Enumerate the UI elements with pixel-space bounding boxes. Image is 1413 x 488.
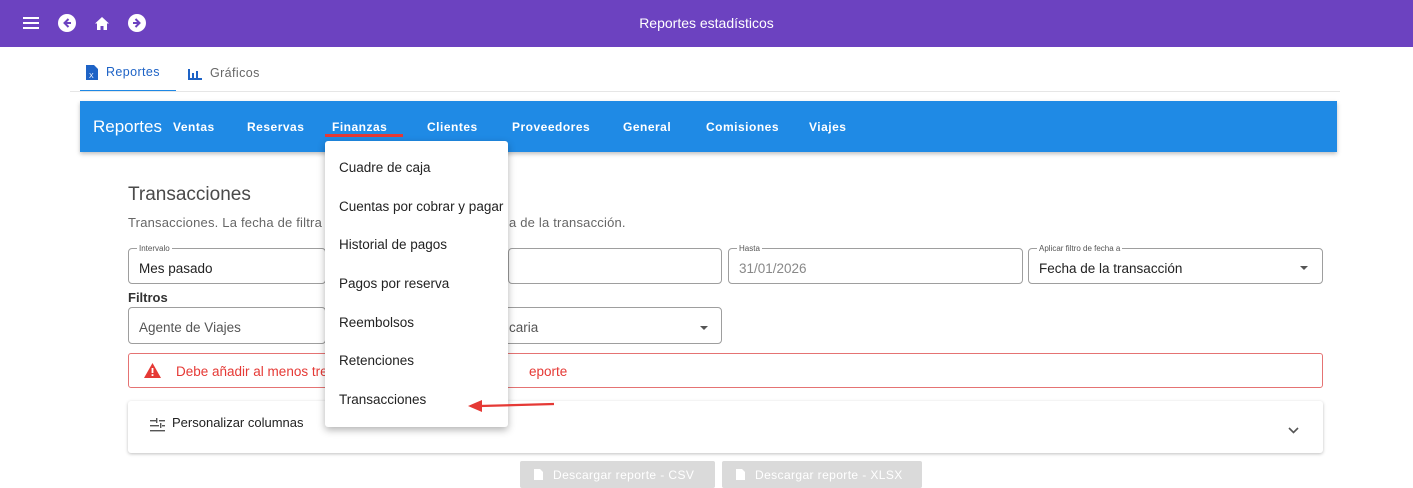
nav-item-reservas[interactable]: Reservas	[247, 120, 304, 134]
page-title: Reportes estadísticos	[639, 15, 774, 31]
hasta-field[interactable]: Hasta 31/01/2026	[728, 244, 1023, 284]
navbar-brand: Reportes	[93, 117, 162, 136]
annotation-arrow-icon	[468, 396, 556, 419]
bar-chart-icon	[188, 67, 202, 80]
tabs-divider	[70, 91, 1340, 92]
menu-item-cuentas-por-cobrar[interactable]: Cuentas por cobrar y pagar	[339, 199, 503, 214]
menu-item-retenciones[interactable]: Retenciones	[339, 353, 414, 368]
download-csv-button[interactable]: Descargar reporte - CSV	[520, 461, 715, 488]
top-app-bar: Reportes estadísticos	[0, 0, 1413, 47]
alert-message-end: eporte	[529, 364, 568, 379]
alert-message-start: Debe añadir al menos tres	[176, 364, 335, 379]
agente-placeholder: Agente de Viajes	[139, 320, 241, 335]
menu-item-historial-de-pagos[interactable]: Historial de pagos	[339, 237, 447, 252]
cuenta-bancaria-partial: caria	[509, 320, 539, 335]
nav-item-ventas[interactable]: Ventas	[173, 120, 215, 134]
expand-chevron-icon[interactable]	[1288, 421, 1299, 439]
reports-navbar: Reportes Ventas Reservas Finanzas Client…	[80, 101, 1337, 152]
nav-item-comisiones[interactable]: Comisiones	[706, 120, 779, 134]
report-title: Transacciones	[128, 184, 251, 205]
warning-icon	[144, 363, 161, 383]
nav-item-proveedores[interactable]: Proveedores	[512, 120, 590, 134]
aplicar-filtro-label: Aplicar filtro de fecha a	[1037, 244, 1123, 254]
nav-item-general[interactable]: General	[623, 120, 671, 134]
download-csv-label: Descargar reporte - CSV	[553, 467, 695, 482]
menu-item-transacciones[interactable]: Transacciones	[339, 392, 426, 407]
tab-reportes-label: Reportes	[106, 65, 160, 79]
intervalo-label: Intervalo	[137, 244, 172, 254]
download-xlsx-label: Descargar reporte - XLSX	[755, 467, 903, 482]
menu-item-pagos-por-reserva[interactable]: Pagos por reserva	[339, 276, 449, 291]
svg-text:X: X	[89, 73, 94, 80]
intervalo-value: Mes pasado	[139, 261, 213, 276]
tab-graficos[interactable]: Gráficos	[188, 54, 260, 92]
tab-reportes[interactable]: X Reportes	[80, 54, 176, 92]
tab-graficos-label: Gráficos	[210, 66, 260, 80]
desde-field[interactable]	[508, 248, 722, 284]
menu-item-reembolsos[interactable]: Reembolsos	[339, 315, 414, 330]
intervalo-select[interactable]: Intervalo Mes pasado	[128, 244, 326, 284]
tune-icon	[150, 418, 165, 437]
report-description-start: Transacciones. La fecha de filtra	[128, 215, 322, 230]
aplicar-filtro-value: Fecha de la transacción	[1039, 261, 1183, 276]
file-icon	[736, 469, 745, 480]
finanzas-dropdown-menu: Cuadre de caja Cuentas por cobrar y paga…	[325, 141, 508, 427]
error-alert: Debe añadir al menos tres eporte	[128, 353, 1323, 388]
aplicar-filtro-select[interactable]: Aplicar filtro de fecha a Fecha de la tr…	[1028, 244, 1323, 284]
nav-item-finanzas[interactable]: Finanzas	[332, 120, 387, 134]
chevron-down-icon	[1300, 266, 1308, 270]
personalizar-columnas-label: Personalizar columnas	[172, 415, 304, 430]
file-icon	[534, 469, 543, 480]
active-nav-underline	[325, 134, 403, 137]
filtros-heading: Filtros	[128, 290, 168, 305]
menu-item-cuadre-de-caja[interactable]: Cuadre de caja	[339, 160, 431, 175]
report-description-end: a de la transacción.	[509, 215, 626, 230]
personalizar-columnas-panel[interactable]: Personalizar columnas	[128, 401, 1323, 453]
hasta-label: Hasta	[737, 244, 762, 254]
nav-item-clientes[interactable]: Clientes	[427, 120, 478, 134]
download-xlsx-button[interactable]: Descargar reporte - XLSX	[722, 461, 922, 488]
nav-item-viajes[interactable]: Viajes	[809, 120, 846, 134]
agente-select[interactable]: Agente de Viajes	[128, 307, 326, 344]
hasta-value: 31/01/2026	[739, 261, 807, 276]
chevron-down-icon	[700, 326, 708, 330]
excel-file-icon: X	[86, 64, 98, 80]
